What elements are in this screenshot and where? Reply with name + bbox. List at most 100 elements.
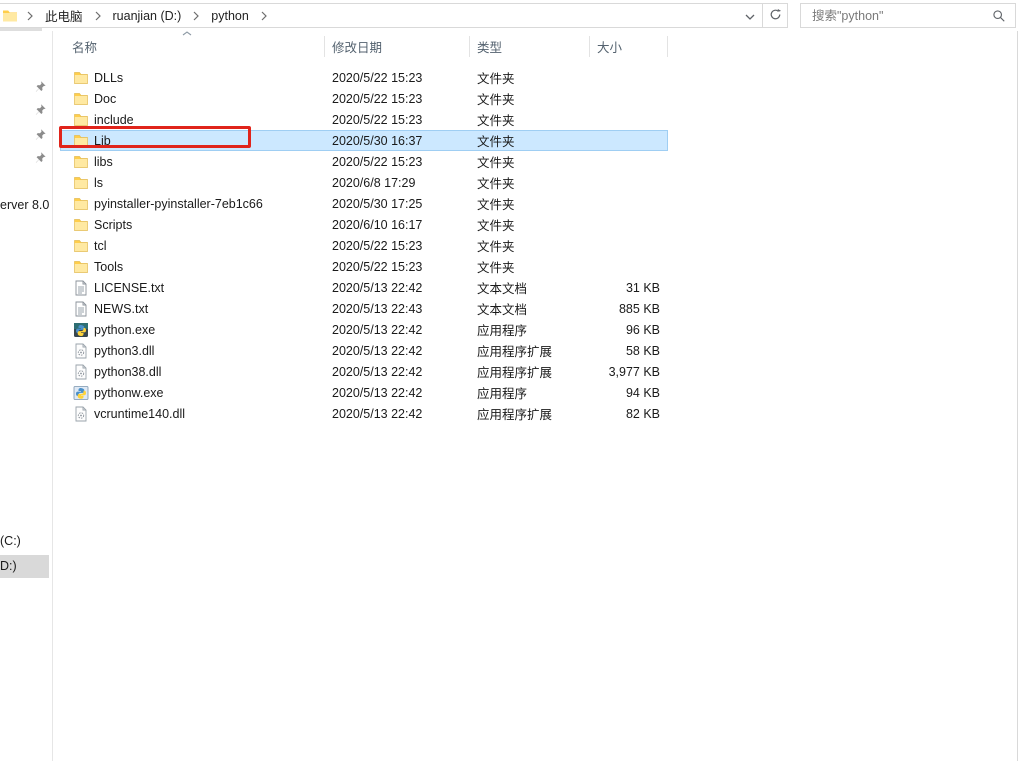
column-resize-handle[interactable] xyxy=(667,36,668,57)
breadcrumb-chevron-icon[interactable] xyxy=(18,11,42,21)
python-app-icon xyxy=(73,322,89,338)
file-size: 58 KB xyxy=(590,340,668,361)
file-size xyxy=(590,256,668,277)
file-row[interactable]: pyinstaller-pyinstaller-7eb1c66 2020/5/3… xyxy=(60,193,668,214)
column-header-size[interactable]: 大小 xyxy=(590,33,668,59)
file-date-modified: 2020/5/22 15:23 xyxy=(325,235,470,256)
current-folder-icon xyxy=(2,8,18,24)
pin-icon[interactable] xyxy=(34,103,47,116)
refresh-button[interactable] xyxy=(763,4,787,27)
sidebar-item-c-drive[interactable]: (C:) xyxy=(0,534,50,548)
file-size xyxy=(590,88,668,109)
refresh-icon xyxy=(769,8,782,24)
breadcrumb-item[interactable]: 此电脑 xyxy=(42,6,86,25)
folder-icon xyxy=(73,259,89,275)
search-icon[interactable] xyxy=(992,9,1006,23)
file-row[interactable]: include 2020/5/22 15:23 文件夹 xyxy=(60,109,668,130)
pin-icon[interactable] xyxy=(34,151,47,164)
file-name-cell: include xyxy=(60,109,325,130)
file-name-cell: Lib xyxy=(60,130,325,151)
breadcrumb: 此电脑 ruanjian (D:) python xyxy=(18,4,276,27)
file-size: 31 KB xyxy=(590,277,668,298)
file-name-cell: pyinstaller-pyinstaller-7eb1c66 xyxy=(60,193,325,214)
pane-divider[interactable] xyxy=(52,31,53,761)
column-header-date[interactable]: 修改日期 xyxy=(325,33,470,59)
file-date-modified: 2020/5/13 22:42 xyxy=(325,403,470,424)
file-name: LICENSE.txt xyxy=(94,281,164,295)
file-size xyxy=(590,151,668,172)
file-name: include xyxy=(94,113,134,127)
column-label: 名称 xyxy=(72,37,97,56)
file-date-modified: 2020/6/10 16:17 xyxy=(325,214,470,235)
pin-icon[interactable] xyxy=(34,80,47,93)
pin-icon[interactable] xyxy=(34,128,47,141)
file-name-cell: DLLs xyxy=(60,67,325,88)
file-row[interactable]: ls 2020/6/8 17:29 文件夹 xyxy=(60,172,668,193)
file-row[interactable]: LICENSE.txt 2020/5/13 22:42 文本文档 31 KB xyxy=(60,277,668,298)
search-box[interactable] xyxy=(800,3,1016,28)
file-row[interactable]: python.exe 2020/5/13 22:42 应用程序 96 KB xyxy=(60,319,668,340)
file-row[interactable]: vcruntime140.dll 2020/5/13 22:42 应用程序扩展 … xyxy=(60,403,668,424)
dll-file-icon xyxy=(73,343,89,359)
file-name: tcl xyxy=(94,239,107,253)
file-row[interactable]: DLLs 2020/5/22 15:23 文件夹 xyxy=(60,67,668,88)
breadcrumb-chevron-icon[interactable] xyxy=(252,11,276,21)
file-type: 文件夹 xyxy=(470,256,590,277)
file-date-modified: 2020/5/30 16:37 xyxy=(325,130,470,151)
file-row[interactable]: libs 2020/5/22 15:23 文件夹 xyxy=(60,151,668,172)
file-row[interactable]: python3.dll 2020/5/13 22:42 应用程序扩展 58 KB xyxy=(60,340,668,361)
file-date-modified: 2020/5/13 22:43 xyxy=(325,298,470,319)
file-type: 应用程序扩展 xyxy=(470,340,590,361)
file-row[interactable]: NEWS.txt 2020/5/13 22:43 文本文档 885 KB xyxy=(60,298,668,319)
file-name-cell: tcl xyxy=(60,235,325,256)
search-input[interactable] xyxy=(801,9,992,23)
file-size xyxy=(590,109,668,130)
sidebar-item-d-drive[interactable]: D:) xyxy=(0,555,49,578)
file-size xyxy=(590,235,668,256)
file-name-cell: pythonw.exe xyxy=(60,382,325,403)
file-list: DLLs 2020/5/22 15:23 文件夹 Doc 2020/5/22 1… xyxy=(60,67,668,424)
column-header-name[interactable]: 名称 xyxy=(60,33,325,59)
file-type: 应用程序 xyxy=(470,319,590,340)
folder-icon xyxy=(73,70,89,86)
folder-icon xyxy=(73,196,89,212)
file-name: Tools xyxy=(94,260,123,274)
file-size: 885 KB xyxy=(590,298,668,319)
file-date-modified: 2020/6/8 17:29 xyxy=(325,172,470,193)
folder-icon xyxy=(73,91,89,107)
file-row[interactable]: pythonw.exe 2020/5/13 22:42 应用程序 94 KB xyxy=(60,382,668,403)
file-row[interactable]: Tools 2020/5/22 15:23 文件夹 xyxy=(60,256,668,277)
text-file-icon xyxy=(73,301,89,317)
file-row[interactable]: python38.dll 2020/5/13 22:42 应用程序扩展 3,97… xyxy=(60,361,668,382)
toolbar: 此电脑 ruanjian (D:) python xyxy=(0,0,1018,31)
address-dropdown-button[interactable] xyxy=(738,4,762,27)
folder-icon xyxy=(73,238,89,254)
file-row[interactable]: Lib 2020/5/30 16:37 文件夹 xyxy=(60,130,668,151)
file-row[interactable]: tcl 2020/5/22 15:23 文件夹 xyxy=(60,235,668,256)
file-row[interactable]: Scripts 2020/6/10 16:17 文件夹 xyxy=(60,214,668,235)
folder-icon xyxy=(73,175,89,191)
file-row[interactable]: Doc 2020/5/22 15:23 文件夹 xyxy=(60,88,668,109)
column-label: 修改日期 xyxy=(332,37,382,56)
column-header-type[interactable]: 类型 xyxy=(470,33,590,59)
column-headers: 名称 修改日期 类型 大小 xyxy=(60,33,668,59)
file-name: DLLs xyxy=(94,71,123,85)
file-size xyxy=(590,214,668,235)
explorer-window: 此电脑 ruanjian (D:) python erver 8.0 (C:) D:… xyxy=(0,0,1018,761)
python-app-w-icon xyxy=(73,385,89,401)
dll-file-icon xyxy=(73,406,89,422)
breadcrumb-chevron-icon[interactable] xyxy=(86,11,110,21)
sidebar-item-server[interactable]: erver 8.0 xyxy=(0,198,50,212)
file-type: 应用程序扩展 xyxy=(470,403,590,424)
breadcrumb-chevron-icon[interactable] xyxy=(184,11,208,21)
text-file-icon xyxy=(73,280,89,296)
file-type: 文本文档 xyxy=(470,277,590,298)
breadcrumb-item[interactable]: ruanjian (D:) xyxy=(110,9,185,23)
breadcrumb-item[interactable]: python xyxy=(208,9,252,23)
file-date-modified: 2020/5/13 22:42 xyxy=(325,319,470,340)
folder-icon xyxy=(73,217,89,233)
column-label: 类型 xyxy=(477,37,502,56)
address-bar[interactable]: 此电脑 ruanjian (D:) python xyxy=(0,3,788,28)
file-name: pythonw.exe xyxy=(94,386,164,400)
column-label: 大小 xyxy=(597,37,622,56)
